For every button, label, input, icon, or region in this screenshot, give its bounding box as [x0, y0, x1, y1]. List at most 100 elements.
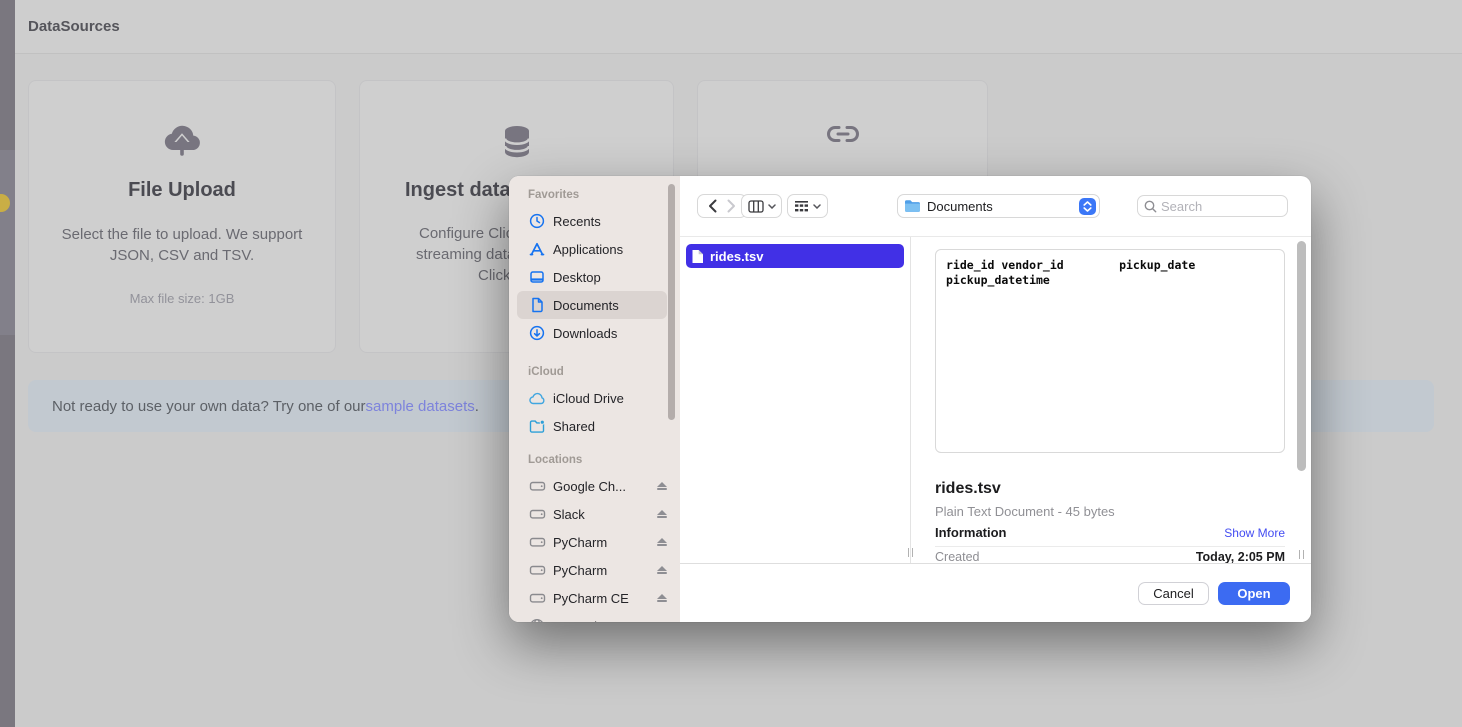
information-row: Information Show More — [935, 525, 1285, 540]
sidebar-item-documents[interactable]: Documents — [517, 291, 667, 319]
eject-icon[interactable] — [657, 538, 667, 547]
dialog-sidebar: Favorites Recents Applications Desktop — [509, 176, 680, 622]
globe-icon — [528, 618, 546, 622]
search-field[interactable] — [1137, 195, 1288, 217]
sidebar-item-label: Applications — [553, 242, 623, 257]
dialog-main: Documents — [680, 176, 1311, 622]
card-description-partial-3: Click — [478, 267, 511, 284]
max-file-size-note: Max file size: 1GB — [29, 291, 335, 306]
desktop-icon — [528, 269, 546, 285]
sidebar-item-shared[interactable]: Shared — [517, 412, 667, 440]
sidebar-item-label: PyCharm — [553, 535, 607, 550]
column-resize-handle[interactable] — [908, 548, 913, 557]
sidebar-item-network[interactable]: Network — [517, 612, 667, 622]
sidebar-item-downloads[interactable]: Downloads — [517, 319, 667, 347]
columns-view-icon — [748, 200, 764, 213]
file-list-column[interactable]: rides.tsv — [680, 237, 911, 563]
current-folder-label: Documents — [927, 199, 1073, 214]
cloud-upload-icon — [162, 125, 202, 164]
eject-icon[interactable] — [657, 510, 667, 519]
database-icon — [502, 125, 532, 164]
created-row: Created Today, 2:05 PM — [935, 550, 1285, 563]
card-description-text: Select the file to upload. We support JS… — [57, 224, 307, 266]
sidebar-item-google-chrome[interactable]: Google Ch... — [517, 472, 667, 500]
disk-icon — [528, 534, 546, 550]
open-button[interactable]: Open — [1218, 582, 1290, 605]
file-browser: rides.tsv ride_id vendor_id pickup_datep… — [680, 236, 1311, 563]
sidebar-item-label: Google Ch... — [553, 479, 626, 494]
sidebar-section-favorites: Favorites — [509, 189, 680, 207]
disk-icon — [528, 562, 546, 578]
open-file-dialog: Favorites Recents Applications Desktop — [509, 176, 1311, 622]
sidebar-section-locations: Locations — [509, 454, 680, 472]
document-icon — [528, 297, 546, 313]
sidebar-scrollbar[interactable] — [668, 184, 675, 420]
page-title: DataSources — [28, 18, 120, 35]
banner-text-suffix: . — [475, 398, 479, 415]
card-description: Select the file to upload. We support JS… — [29, 224, 335, 266]
sidebar-item-pycharm-2[interactable]: PyCharm — [517, 556, 667, 584]
location-popup-button[interactable]: Documents — [897, 194, 1100, 218]
sidebar-item-applications[interactable]: Applications — [517, 235, 667, 263]
popup-stepper-icon — [1079, 198, 1096, 215]
search-input[interactable] — [1161, 199, 1281, 214]
shared-folder-icon — [528, 419, 546, 434]
sidebar-item-label: PyCharm CE — [553, 591, 629, 606]
sidebar-item-icloud-drive[interactable]: iCloud Drive — [517, 384, 667, 412]
eject-icon[interactable] — [657, 566, 667, 575]
back-button[interactable] — [708, 199, 717, 213]
preview-scrollbar[interactable] — [1297, 241, 1306, 471]
file-name: rides.tsv — [710, 249, 763, 264]
card-description-partial-2: streaming data — [416, 246, 515, 263]
preview-column: ride_id vendor_id pickup_datepickup_date… — [912, 237, 1311, 563]
disk-icon — [528, 506, 546, 522]
collapsed-nav-strip — [0, 0, 15, 727]
preview-file-name: rides.tsv — [935, 480, 1001, 498]
preview-file-kind: Plain Text Document - 45 bytes — [935, 504, 1115, 519]
sidebar-item-label: Recents — [553, 214, 601, 229]
sample-datasets-link[interactable]: sample datasets — [366, 398, 475, 415]
eject-icon[interactable] — [657, 594, 667, 603]
file-row-rides-tsv[interactable]: rides.tsv — [686, 244, 904, 268]
link-icon — [825, 125, 861, 148]
file-document-icon — [691, 249, 704, 264]
cloud-icon — [528, 392, 546, 405]
file-upload-card[interactable]: File Upload Select the file to upload. W… — [28, 80, 336, 353]
created-label: Created — [935, 550, 979, 563]
eject-icon[interactable] — [657, 482, 667, 491]
card-title-partial: Ingest data — [405, 179, 511, 202]
clock-icon — [528, 213, 546, 229]
sidebar-item-label: Network — [553, 619, 601, 623]
page-header: DataSources — [15, 0, 1462, 54]
created-value: Today, 2:05 PM — [1196, 550, 1285, 563]
sidebar-item-pycharm-ce[interactable]: PyCharm CE — [517, 584, 667, 612]
column-resize-handle[interactable] — [1299, 550, 1304, 559]
dialog-footer: Cancel Open — [680, 563, 1311, 622]
nav-buttons — [697, 194, 747, 218]
sidebar-item-label: Documents — [553, 298, 619, 313]
chevron-down-icon — [813, 204, 821, 209]
sidebar-item-label: Desktop — [553, 270, 601, 285]
preview-line-2: pickup_datetime — [946, 273, 1274, 288]
appstore-icon — [528, 241, 546, 257]
sidebar-item-recents[interactable]: Recents — [517, 207, 667, 235]
download-circle-icon — [528, 325, 546, 341]
file-content-preview: ride_id vendor_id pickup_datepickup_date… — [935, 249, 1285, 453]
info-divider — [935, 546, 1285, 547]
search-icon — [1144, 200, 1157, 213]
sidebar-section-icloud: iCloud — [509, 366, 680, 384]
sidebar-item-label: Shared — [553, 419, 595, 434]
chevron-down-icon — [768, 204, 776, 209]
disk-icon — [528, 590, 546, 606]
forward-button[interactable] — [727, 199, 736, 213]
screen: DataSources File Upload Select the file … — [0, 0, 1462, 727]
show-more-link[interactable]: Show More — [1224, 526, 1285, 540]
information-label: Information — [935, 525, 1007, 540]
sidebar-item-label: Downloads — [553, 326, 617, 341]
group-view-button[interactable] — [787, 194, 828, 218]
cancel-button[interactable]: Cancel — [1138, 582, 1209, 605]
sidebar-item-pycharm-1[interactable]: PyCharm — [517, 528, 667, 556]
column-view-button[interactable] — [741, 194, 782, 218]
sidebar-item-desktop[interactable]: Desktop — [517, 263, 667, 291]
sidebar-item-slack[interactable]: Slack — [517, 500, 667, 528]
